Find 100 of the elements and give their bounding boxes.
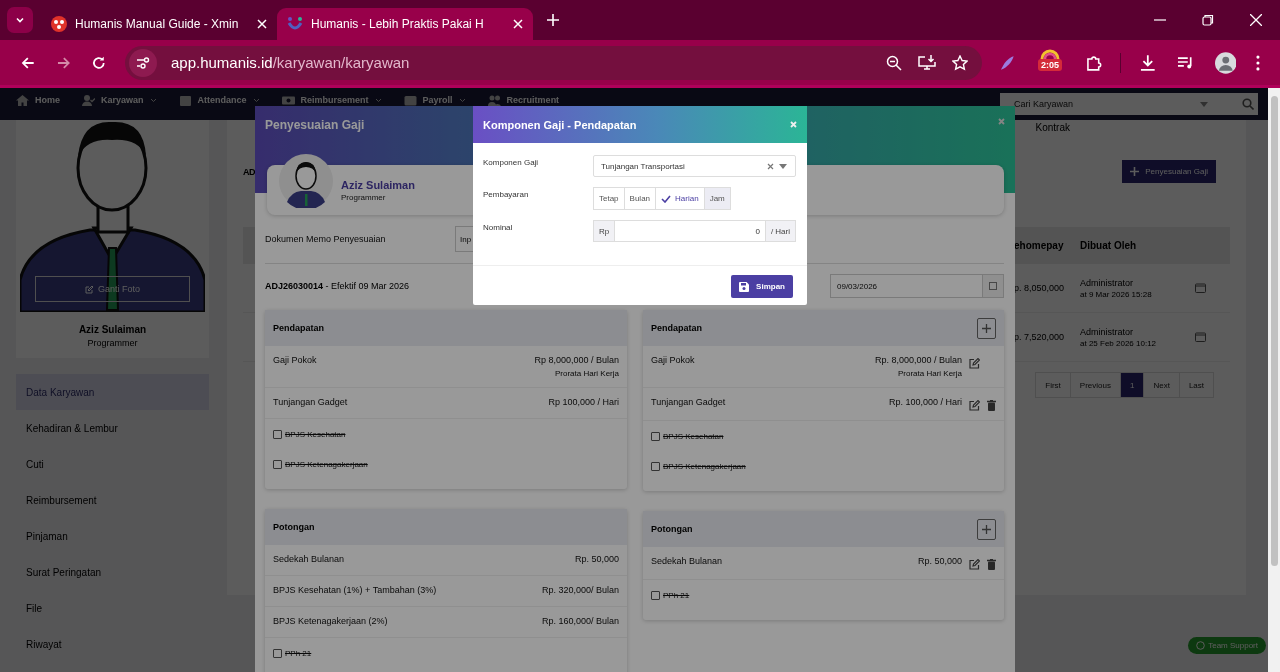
proration-note: Prorata Hari Kerja (897, 369, 962, 378)
nominal-field[interactable]: 0 (615, 220, 765, 242)
browser-tab[interactable]: Humanis - Lebih Praktis Pakai H (277, 8, 533, 40)
add-adjustment-button[interactable]: Penyesuaian Gaji (1122, 160, 1216, 183)
checkbox[interactable] (651, 461, 660, 471)
checkbox[interactable] (273, 459, 282, 469)
scrollbar[interactable] (1268, 88, 1280, 672)
search-icon (1242, 98, 1254, 110)
install-app-icon[interactable] (917, 54, 936, 71)
nav-menu-item[interactable]: Attendance (197, 95, 247, 105)
component-select[interactable]: Tunjangan Transportasi (593, 155, 796, 177)
optional-component: PPh 21 (285, 648, 312, 658)
column-header: ehomepay (1014, 240, 1065, 251)
sidebar-menu-item[interactable]: Data Karyawan (16, 374, 209, 410)
close-window-icon[interactable] (1250, 14, 1262, 26)
tune-icon (135, 55, 150, 70)
column-header: Dibuat Oleh (1080, 240, 1138, 251)
sidebar-menu-item[interactable]: File (16, 590, 209, 626)
proration-note: Prorata Hari Kerja (554, 369, 619, 378)
payment-option[interactable]: Tetap (593, 187, 625, 210)
field-label: Komponen Gaji (483, 157, 540, 167)
caret-icon (252, 97, 260, 103)
clear-icon[interactable] (767, 162, 774, 170)
search-button[interactable] (1238, 93, 1258, 115)
table-cell-text: p. 7,520,000 (1014, 332, 1066, 342)
optional-component: PPh 21 (663, 590, 690, 600)
created-time: at 9 Mar 2026 15:28 (1080, 289, 1153, 299)
date-field[interactable]: 09/03/2026 (830, 274, 1004, 298)
nav-menu-item[interactable]: Karyawan (101, 95, 144, 105)
optional-component: BPJS Kesehatan (663, 431, 724, 441)
pagination-button[interactable]: Next (1143, 372, 1180, 398)
site-info-button[interactable] (128, 48, 157, 77)
contract-tab[interactable]: Kontrak (1035, 122, 1070, 133)
unit-suffix: / Hari (764, 220, 796, 242)
memo-document-label: Dokumen Memo Penyesuaian (265, 234, 387, 244)
folder-icon[interactable] (1195, 283, 1206, 293)
caret-icon (458, 97, 466, 103)
employee-name: Aziz Sulaiman (341, 178, 415, 191)
payment-option[interactable]: Jam (703, 187, 731, 210)
home-icon (16, 94, 29, 106)
edit-icon[interactable] (969, 400, 980, 411)
add-component-button[interactable] (977, 518, 996, 540)
browser-tab[interactable]: Humanis Manual Guide - Xmin (41, 8, 277, 40)
sidebar-menu-item[interactable]: Kehadiran & Lembur (16, 410, 209, 446)
trash-icon[interactable] (987, 559, 996, 570)
pagination-button[interactable]: 1 (1119, 372, 1145, 398)
plus-icon (1130, 167, 1140, 176)
extensions-puzzle-icon[interactable] (1084, 53, 1103, 72)
sidebar-menu-item[interactable]: Pinjaman (16, 518, 209, 554)
nav-menu-item[interactable]: Home (35, 95, 60, 105)
sidebar-menu-item[interactable]: Riwayat (16, 626, 209, 662)
component-name: BPJS Kesehatan (1%) + Tambahan (3%) (273, 585, 437, 595)
creator-name: Administrator (1080, 326, 1134, 337)
folder-icon[interactable] (1195, 332, 1206, 342)
plus-icon (982, 323, 991, 333)
new-tab-icon[interactable] (547, 14, 559, 26)
address-bar[interactable]: app.humanis.id/karyawan/karyawan (124, 45, 982, 80)
edit-icon[interactable] (969, 358, 980, 369)
pagination-button[interactable]: Last (1178, 372, 1214, 398)
add-component-button[interactable] (977, 317, 996, 339)
reload-icon[interactable] (91, 54, 107, 71)
checkbox[interactable] (273, 648, 282, 658)
nav-menu-item[interactable]: Payroll (422, 95, 453, 105)
close-tab-icon[interactable] (257, 19, 267, 29)
component-amount: Rp. 320,000/ Bulan (541, 585, 619, 595)
download-icon[interactable] (1139, 53, 1157, 72)
sidebar-menu-item[interactable]: Surat Peringatan (16, 554, 209, 590)
checkbox[interactable] (273, 429, 282, 439)
payment-option[interactable]: Bulan (623, 187, 657, 210)
checkbox[interactable] (651, 590, 660, 600)
change-photo-button[interactable]: Ganti Foto (35, 276, 190, 302)
extension-timer-button[interactable]: 2:05 (1037, 48, 1063, 77)
created-time: at 25 Feb 2026 10:12 (1080, 338, 1158, 348)
profile-avatar-icon[interactable] (1214, 51, 1237, 74)
close-tab-icon[interactable] (513, 19, 523, 29)
component-amount: Rp. 100,000 / Hari (888, 397, 962, 407)
nav-menu-item[interactable]: Recruitment (506, 95, 560, 105)
component-name: Tunjangan Gadget (651, 397, 726, 407)
employee-search-field[interactable]: Cari Karyawan (1000, 93, 1238, 115)
trash-icon[interactable] (987, 400, 996, 411)
team-support-button[interactable]: Team Support (1188, 637, 1266, 654)
tab-favicon-icon (51, 16, 67, 32)
save-button[interactable]: Simpan (731, 275, 793, 298)
checkbox[interactable] (651, 431, 660, 441)
component-amount: Rp 100,000 / Hari (548, 397, 619, 407)
nav-menu-item[interactable]: Reimbursement (300, 95, 369, 105)
caret-icon (149, 97, 157, 103)
pagination-button[interactable]: First (1035, 372, 1071, 398)
component-name: BPJS Ketenagakerjaan (2%) (273, 616, 388, 626)
browser-menu-icon[interactable] (1256, 54, 1260, 71)
restore-icon[interactable] (1202, 14, 1214, 26)
edit-icon[interactable] (969, 559, 980, 570)
sidebar-menu-item[interactable]: Cuti (16, 446, 209, 482)
field-label: Nominal (483, 222, 514, 232)
bookmark-star-icon[interactable] (951, 54, 968, 71)
component-name: Sedekah Bulanan (651, 556, 723, 566)
calendar-button[interactable] (982, 275, 1003, 297)
zoom-out-icon[interactable] (885, 54, 902, 71)
sidebar-menu-item[interactable]: Reimbursement (16, 482, 209, 518)
section-heading: AD (243, 167, 255, 177)
